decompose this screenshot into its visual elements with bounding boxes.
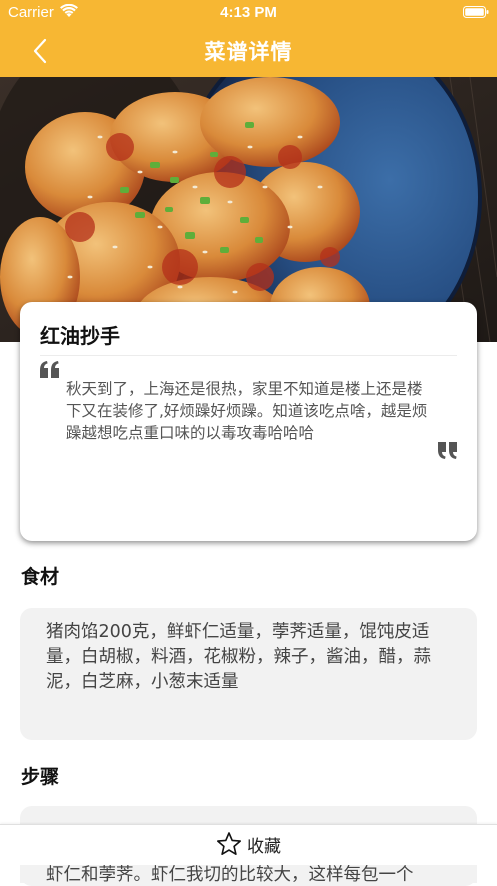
steps-heading: 步骤 [21,766,60,788]
open-quote-icon [40,361,59,378]
page-title: 菜谱详情 [204,40,293,64]
star-outline-icon [216,832,241,855]
steps-text-partial: 虾仁和荸荠。虾仁我切的比较大，这样每包一个 [46,865,414,883]
recipe-summary-card: 红油抄手 秋天到了，上海还是很热，家里不知道是楼上还是楼下又在装修了,好烦躁好烦… [20,302,477,541]
close-quote-icon [438,442,457,459]
bottom-action-bar: 收藏 [0,824,497,865]
status-bar: Carrier 4:13 PM [0,0,497,26]
ingredients-text: 猪肉馅200克，鲜虾仁适量，荸荠适量，馄饨皮适量，白胡椒，料酒，花椒粉，辣子，酱… [46,622,431,692]
ingredients-heading: 食材 [21,566,60,588]
battery-icon [463,6,489,18]
recipe-description: 秋天到了，上海还是很热，家里不知道是楼上还是楼下又在装修了,好烦躁好烦躁。知道该… [66,380,428,442]
favorite-button[interactable]: 收藏 [0,831,497,859]
navigation-bar: 菜谱详情 [0,26,497,77]
steps-peek: 虾仁和荸荠。虾仁我切的比较大，这样每包一个 [0,865,497,883]
recipe-name: 红油抄手 [40,324,120,348]
card-divider [40,355,457,356]
favorite-label: 收藏 [247,836,282,857]
top-bar: Carrier 4:13 PM 菜谱详情 [0,0,497,77]
status-time: 4:13 PM [220,4,277,21]
ingredients-panel: 猪肉馅200克，鲜虾仁适量，荸荠适量，馄饨皮适量，白胡椒，料酒，花椒粉，辣子，酱… [20,608,477,740]
